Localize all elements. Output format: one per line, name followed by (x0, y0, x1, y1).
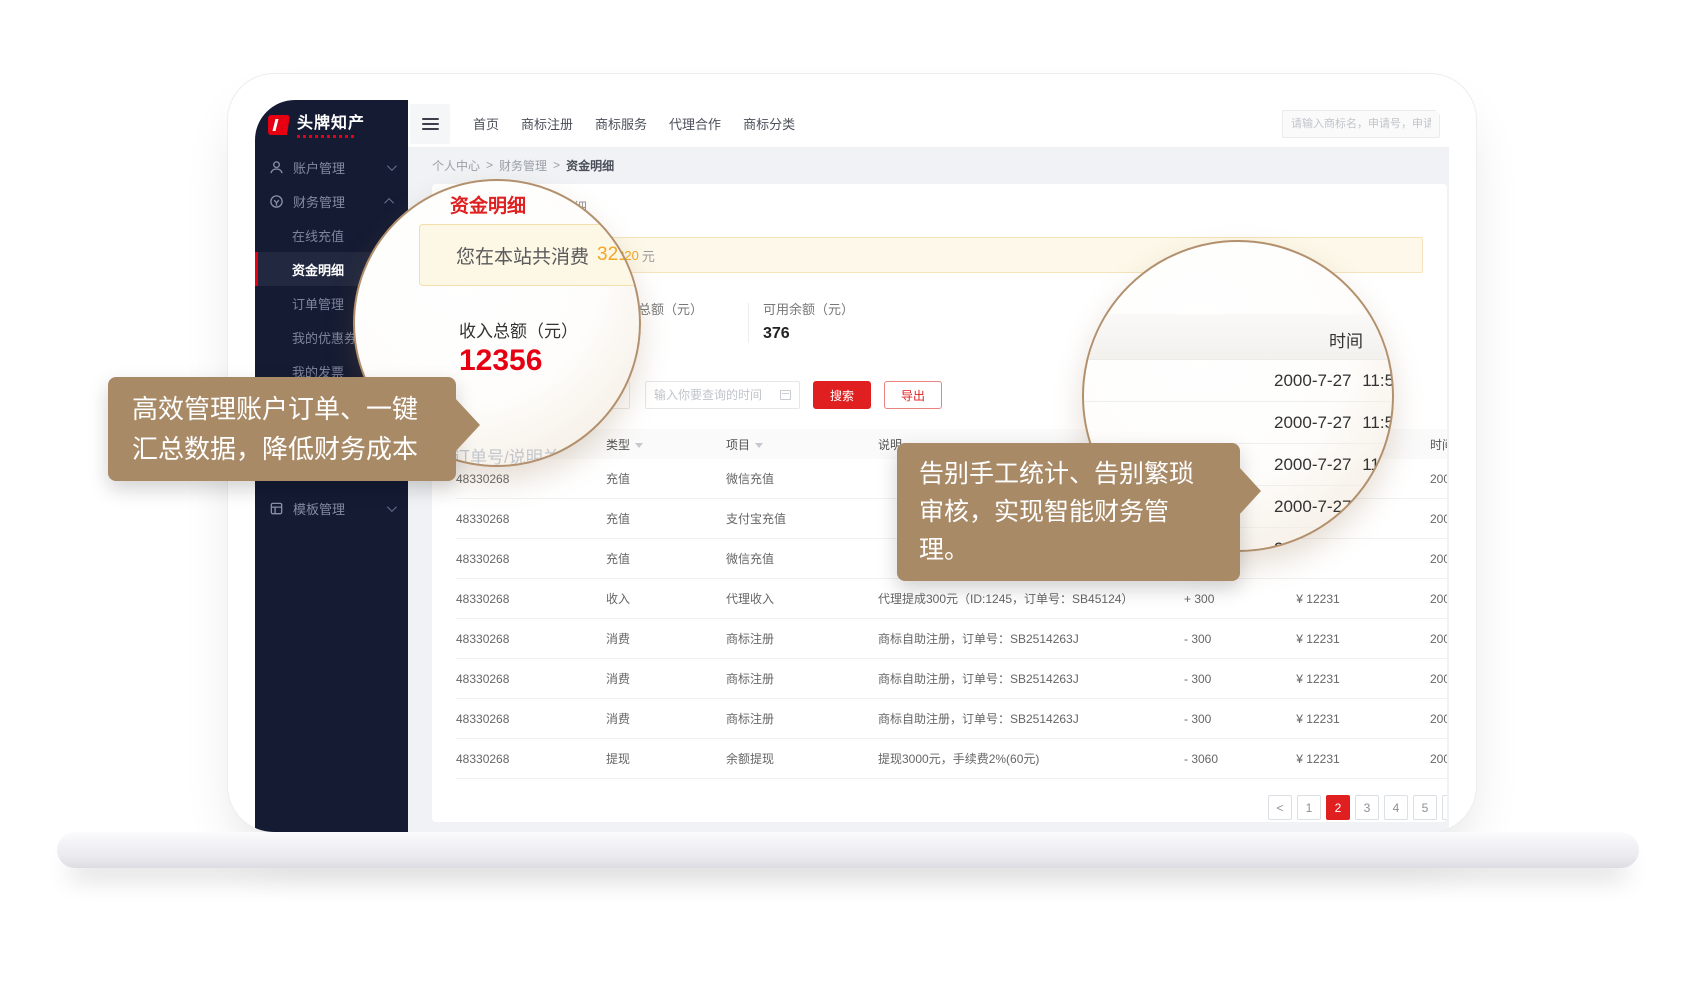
sidebar-item-label: 资金明细 (292, 260, 344, 279)
sidebar-item-templates[interactable]: 模板管理 (255, 491, 408, 525)
table-row: 48330268提现余额提现提现3000元，手续费2%(60元)- 3060¥ … (456, 739, 1447, 779)
stage: 头牌知产 账户管理 (0, 0, 1696, 1002)
next-page-button[interactable]: > (1442, 795, 1447, 820)
sidebar-item-label: 在线充值 (292, 226, 344, 245)
nav-item-home[interactable]: 首页 (473, 114, 499, 133)
export-button[interactable]: 导出 (884, 381, 942, 409)
top-navbar: 首页 商标注册 商标服务 代理合作 商标分类 (408, 100, 1449, 148)
sidebar-item-label: 订单管理 (292, 294, 344, 313)
stat-value: 376 (763, 325, 854, 343)
nav-item-trademark-service[interactable]: 商标服务 (595, 114, 647, 133)
date-input[interactable] (645, 381, 800, 409)
sidebar-item-label: 账户管理 (293, 158, 345, 177)
page-button-4[interactable]: 4 (1384, 795, 1408, 820)
sidebar-item-label: 我的优惠券 (292, 328, 357, 347)
finance-icon (269, 194, 284, 209)
callout-arrow-icon (454, 397, 480, 453)
breadcrumb-personal-center[interactable]: 个人中心 (432, 157, 480, 174)
brand-logo: 头牌知产 (255, 100, 408, 150)
lens-income-value: 12356 (459, 344, 542, 378)
table-row: 48330268消费商标注册商标自助注册，订单号：SB2514263J- 300… (456, 699, 1447, 739)
chevron-down-icon (387, 161, 397, 171)
sort-caret-icon (755, 443, 763, 448)
lens-time-row: 2000-7-27 11:58:03 (1084, 402, 1392, 444)
callout-left: 高效管理账户订单、一键汇总数据，降低财务成本 (108, 377, 456, 481)
sidebar-item-label: 模板管理 (293, 499, 345, 518)
breadcrumb-fund-details: 资金明细 (566, 157, 614, 174)
stat-balance: 可用余额（元） 376 (749, 301, 854, 357)
lens-time-row: 2000-7-27 11:58:03 (1084, 360, 1392, 402)
nav-item-trademark-register[interactable]: 商标注册 (521, 114, 573, 133)
trademark-search-input[interactable] (1282, 110, 1440, 138)
date-input-wrap (645, 381, 800, 409)
chevron-down-icon (387, 502, 397, 512)
page-button-2[interactable]: 2 (1326, 795, 1350, 820)
col-project[interactable]: 项目 (726, 436, 878, 453)
nav-item-trademark-category[interactable]: 商标分类 (743, 114, 795, 133)
search-button[interactable]: 搜索 (813, 381, 871, 409)
pagination: < 1 2 3 4 5 > (456, 795, 1447, 820)
card-tabs: 资金明细 佣金明细 (456, 184, 1447, 229)
breadcrumb: 个人中心 > 财务管理 > 资金明细 (432, 150, 1447, 180)
table-row: 48330268消费商标注册商标自助注册，订单号：SB2514263J- 300… (456, 659, 1447, 699)
lens-income-label: 收入总额（元） (459, 317, 578, 342)
user-icon (269, 160, 284, 175)
calendar-icon (780, 390, 791, 400)
logo-subtitle-mark (297, 135, 355, 138)
lens-banner: 您在本站共消费 32124 (419, 224, 641, 286)
lens-tab-label: 资金明细 (450, 191, 526, 218)
sort-caret-icon (635, 443, 643, 448)
logo-icon (268, 115, 290, 135)
page-button-1[interactable]: 1 (1297, 795, 1321, 820)
template-icon (269, 501, 284, 516)
nav-item-agency[interactable]: 代理合作 (669, 114, 721, 133)
sidebar-item-account[interactable]: 账户管理 (255, 150, 408, 184)
table-row: 48330268收入代理收入代理提成300元（ID:1245，订单号：SB451… (456, 579, 1447, 619)
stat-label: 可用余额（元） (763, 301, 854, 319)
callout-right: 告别手工统计、告别繁琐审核，实现智能财务管理。 (897, 443, 1240, 581)
banner-unit: 元 (642, 246, 655, 265)
callout-arrow-icon (1239, 467, 1261, 515)
laptop-base (57, 832, 1639, 868)
callout-left-text: 高效管理账户订单、一键汇总数据，降低财务成本 (132, 394, 418, 464)
logo-title: 头牌知产 (297, 115, 365, 133)
hamburger-icon (422, 115, 439, 133)
table-row: 48330268消费商标注册商标自助注册，订单号：SB2514263J- 300… (456, 619, 1447, 659)
menu-toggle-button[interactable] (410, 104, 450, 144)
sidebar-item-finance[interactable]: 财务管理 (255, 184, 408, 218)
lens-time-header: 时间 (1084, 314, 1392, 360)
page-button-5[interactable]: 5 (1413, 795, 1437, 820)
callout-right-text: 告别手工统计、告别繁琐审核，实现智能财务管理。 (919, 460, 1194, 564)
page-button-3[interactable]: 3 (1355, 795, 1379, 820)
chevron-up-icon (384, 197, 394, 207)
breadcrumb-finance[interactable]: 财务管理 (499, 157, 547, 174)
prev-page-button[interactable]: < (1268, 795, 1292, 820)
col-type[interactable]: 类型 (606, 436, 726, 453)
sidebar-item-label: 财务管理 (293, 192, 345, 211)
